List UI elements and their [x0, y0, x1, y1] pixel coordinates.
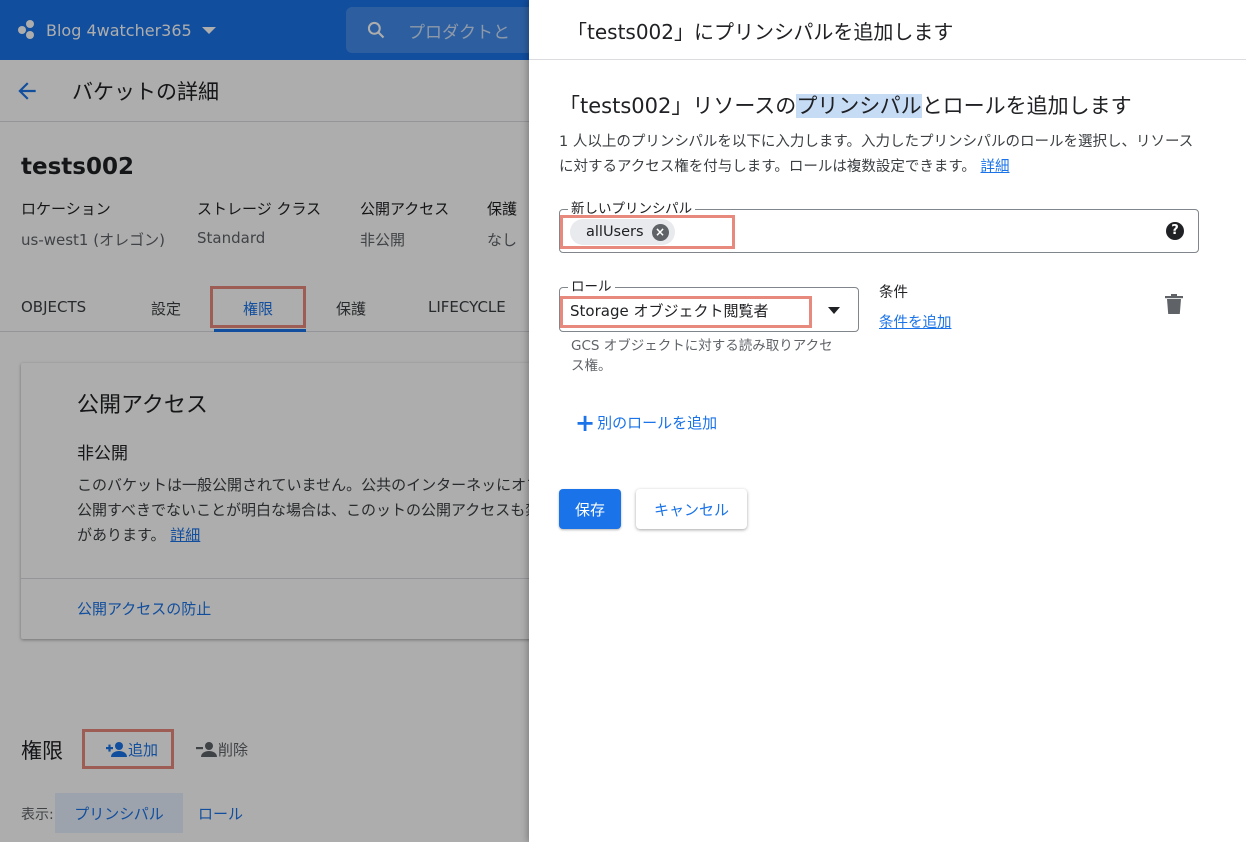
condition-label: 条件	[879, 285, 908, 301]
section-title-part: 「tests002」リソースの	[559, 94, 797, 118]
add-principal-panel: 「tests002」にプリンシパルを追加します 「tests002」リソースのプ…	[529, 0, 1246, 842]
trash-icon[interactable]	[1165, 294, 1183, 314]
add-role-label: 別のロールを追加	[597, 414, 718, 432]
role-description: GCS オブジェクトに対する読み取りアクセス権。	[571, 338, 833, 374]
add-condition-link[interactable]: 条件を追加	[879, 311, 952, 332]
highlight-box-role	[560, 296, 812, 328]
section-title-highlight: プリンシパル	[796, 94, 922, 118]
panel-header: 「tests002」にプリンシパルを追加します	[529, 0, 1246, 60]
section-title: 「tests002」リソースのプリンシパルとロールを追加します	[559, 90, 1132, 120]
description-text: 1 人以上のプリンシパルを以下に入力します。入力したプリンシパルのロールを選択し…	[559, 134, 1194, 175]
help-icon[interactable]: ?	[1166, 222, 1184, 240]
section-title-part: とロールを追加します	[921, 94, 1132, 118]
panel-title: 「tests002」にプリンシパルを追加します	[567, 20, 954, 44]
cancel-button[interactable]: キャンセル	[636, 489, 747, 529]
dropdown-arrow-icon	[828, 307, 840, 314]
field-label: ロール	[568, 278, 615, 296]
plus-icon: +	[575, 408, 596, 437]
save-button[interactable]: 保存	[559, 489, 621, 529]
panel-description: 1 人以上のプリンシパルを以下に入力します。入力したプリンシパルのロールを選択し…	[559, 130, 1199, 180]
add-another-role-button[interactable]: + 別のロールを追加	[575, 408, 718, 437]
highlight-box-principal	[560, 215, 735, 249]
learn-more-link[interactable]: 詳細	[980, 159, 1009, 175]
